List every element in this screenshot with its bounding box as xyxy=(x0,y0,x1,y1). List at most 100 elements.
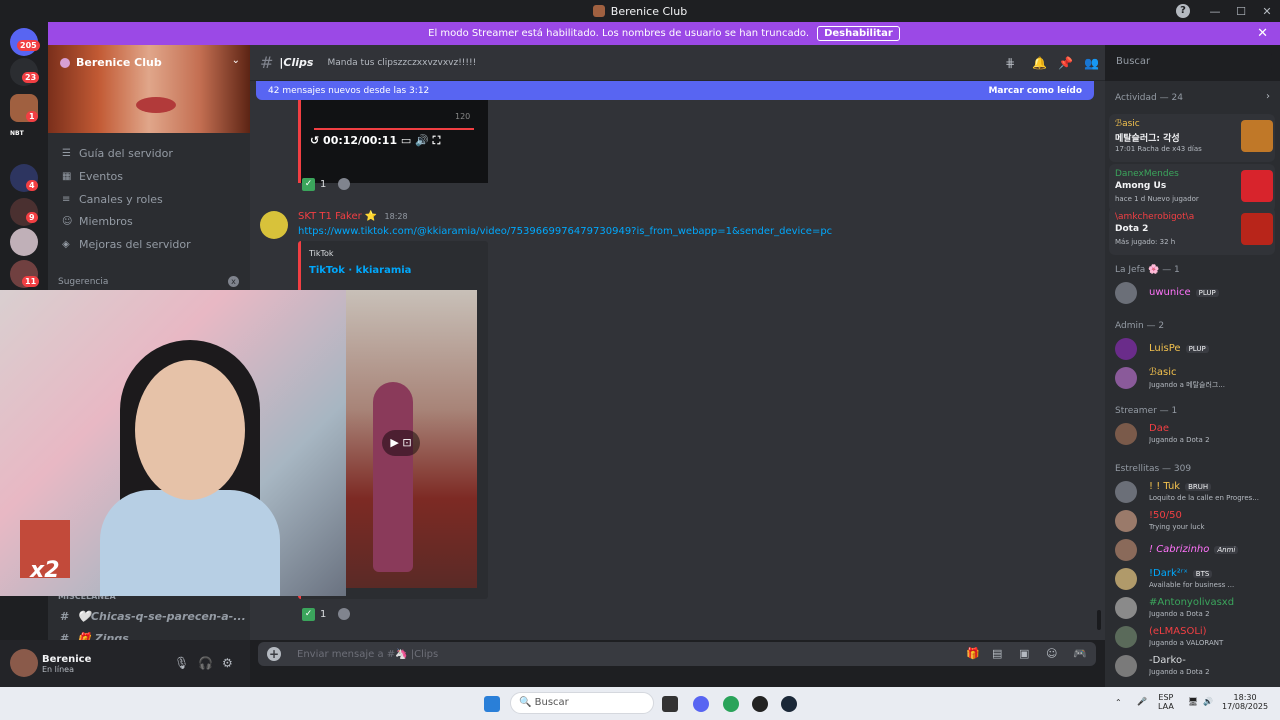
member-item[interactable]: ! ! Tuk BRUH Loquito de la calle en Progre… xyxy=(1115,479,1275,505)
video-controls[interactable]: ↺ 00:12/00:11 ▭ 🔊 ⛶ xyxy=(310,134,440,148)
role-group-label: La Jefa 🌸 — 1 xyxy=(1115,265,1180,275)
mark-read-button[interactable]: Marcar como leído xyxy=(988,86,1082,96)
server-name[interactable]: Berenice Club xyxy=(60,56,162,69)
banner-close-icon[interactable]: ✕ xyxy=(1257,26,1268,41)
member-item[interactable]: Dae Jugando a Dota 2 xyxy=(1115,421,1275,447)
member-item[interactable]: #Antonyolivasxd Jugando a Dota 2 xyxy=(1115,595,1275,621)
avatar[interactable] xyxy=(260,211,288,239)
message-author[interactable]: SKT T1 Faker ⭐ 18:28 xyxy=(298,211,408,222)
server-icon-girl[interactable] xyxy=(10,228,38,256)
maximize-button[interactable]: ☐ xyxy=(1228,5,1254,18)
nav-guide[interactable]: ☰ Guía del servidor xyxy=(62,147,173,160)
chevron-right-icon[interactable]: › xyxy=(1266,91,1270,102)
nav-events[interactable]: ▦ Eventos xyxy=(62,170,123,183)
sticker-icon[interactable]: ▣ xyxy=(1019,647,1029,660)
window-controls: — ☐ ✕ xyxy=(1202,0,1280,22)
member-item[interactable]: !Dark²ʳˣ BTS Available for business ... xyxy=(1115,566,1275,592)
check-reaction[interactable]: ✓ xyxy=(302,177,315,191)
server-banner[interactable]: Berenice Club ⌄ xyxy=(48,45,250,133)
member-item[interactable]: (eLMASOLi) Jugando a VALORANT xyxy=(1115,624,1275,650)
new-messages-text: 42 mensajes nuevos desde las 3:12 xyxy=(268,85,430,96)
message-link[interactable]: https://www.tiktok.com/@kkiaramia/video/… xyxy=(298,226,832,237)
suggestion-label: Sugerencia xyxy=(58,277,109,287)
play-icon[interactable]: ▶ ⊡ xyxy=(382,430,420,456)
emoji-icon[interactable]: ☺ xyxy=(1046,647,1057,660)
microphone-icon[interactable]: 🎤 xyxy=(1137,697,1147,706)
nav-members[interactable]: ☺ Miembros xyxy=(62,215,133,228)
nav-label: Guía del servidor xyxy=(79,147,173,160)
discord-icon[interactable] xyxy=(693,696,709,712)
nav-label: Mejoras del servidor xyxy=(79,238,191,251)
embed-video-thumbnail[interactable]: ▶ ⊡ xyxy=(345,290,477,588)
new-messages-bar[interactable]: 42 mensajes nuevos desde las 3:12 Marcar… xyxy=(256,81,1094,100)
nav-label: Canales y roles xyxy=(79,193,163,206)
pin-icon[interactable]: 📌 xyxy=(1058,56,1073,70)
start-icon[interactable] xyxy=(484,696,500,712)
headphones-icon[interactable]: 🎧 xyxy=(198,656,213,670)
embed-title[interactable]: TikTok · kkiaramia xyxy=(309,265,411,276)
notif-badge: 23 xyxy=(22,72,40,83)
nav-boosts[interactable]: ◈ Mejoras del servidor xyxy=(62,238,191,251)
apps-icon[interactable]: 🎮 xyxy=(1073,647,1087,660)
chevron-down-icon[interactable]: ⌄ xyxy=(232,55,240,66)
channel-topic[interactable]: Manda tus clipszzczxxvzvxvz!!!!! xyxy=(327,58,476,68)
scrollbar[interactable] xyxy=(1097,610,1101,630)
chevron-up-icon[interactable]: ⌃ xyxy=(1115,698,1122,707)
activity-user: DanexMendes xyxy=(1115,169,1179,179)
microphone-icon[interactable]: 🎙 xyxy=(174,656,189,670)
member-item[interactable]: LuisPe PLUP xyxy=(1115,336,1275,362)
server-badge: 1 xyxy=(26,111,38,122)
member-item[interactable]: -Darko- Jugando a Dota 2 xyxy=(1115,653,1275,679)
channel-chicas[interactable]: # 🤍Chicas-q-se-parecen-a-... xyxy=(60,610,246,623)
member-list-icon[interactable]: 👥 xyxy=(1084,56,1099,70)
guide-icon: ☰ xyxy=(62,148,71,159)
member-item[interactable]: ! Cabrizinho Anmi xyxy=(1115,537,1275,563)
member-item[interactable]: ℬasic Jugando a 메탈슬러그... xyxy=(1115,365,1275,391)
channel-zings[interactable]: # 🎁 Zings xyxy=(60,632,129,640)
member-item[interactable]: uwunice PLUP xyxy=(1115,280,1275,306)
gear-icon[interactable]: ⚙ xyxy=(222,656,233,670)
close-icon[interactable]: x xyxy=(228,276,239,287)
activity-card[interactable]: \amkcherobigot\a Dota 2 Más jugado: 32 h xyxy=(1109,207,1275,255)
steam-icon[interactable] xyxy=(781,696,797,712)
gift-icon[interactable]: 🎁 xyxy=(966,647,980,660)
video-progress[interactable] xyxy=(314,128,474,130)
server-badge: 4 xyxy=(26,180,38,191)
gif-icon[interactable]: ▤ xyxy=(992,647,1002,660)
volume-icon[interactable]: 🔊 xyxy=(1203,697,1213,706)
disable-button[interactable]: Deshabilitar xyxy=(817,26,900,41)
minimize-button[interactable]: — xyxy=(1202,5,1228,18)
webcam-face xyxy=(135,360,245,500)
language-indicator[interactable]: ESP LAA xyxy=(1158,693,1174,711)
server-label-nbt[interactable]: NBT xyxy=(10,130,24,137)
obs-icon[interactable] xyxy=(752,696,768,712)
taskbar-search[interactable]: 🔍 Buscar xyxy=(510,692,654,714)
activity-game: Dota 2 xyxy=(1115,224,1149,234)
member-item[interactable]: !50/50 Trying your luck xyxy=(1115,508,1275,534)
bell-icon[interactable]: 🔔 xyxy=(1032,56,1047,70)
timestamp: 18:28 xyxy=(384,212,408,221)
help-icon[interactable]: ? xyxy=(1176,4,1190,18)
clock[interactable]: 18:30 17/08/2025 xyxy=(1222,693,1268,711)
avatar xyxy=(1115,510,1137,532)
message-input[interactable]: Enviar mensaje a #🦄 |Clips xyxy=(297,649,438,660)
members-icon: ☺ xyxy=(62,216,73,227)
activity-card[interactable]: DanexMendes Among Us hace 1 d Nuevo juga… xyxy=(1109,164,1275,212)
add-reaction-icon[interactable] xyxy=(338,178,351,190)
add-reaction-icon[interactable] xyxy=(338,608,351,620)
add-attachment-button[interactable]: + xyxy=(267,647,281,661)
explorer-icon[interactable] xyxy=(662,696,678,712)
nav-channels-roles[interactable]: ≡ Canales y roles xyxy=(62,193,163,206)
check-reaction[interactable]: ✓ xyxy=(302,607,315,621)
game-art-icon xyxy=(1241,170,1273,202)
webcam-overlay: x2 xyxy=(0,290,346,596)
role-group-label: Admin — 2 xyxy=(1115,321,1165,331)
chrome-icon[interactable] xyxy=(723,696,739,712)
network-icon[interactable]: 🖥 xyxy=(1188,697,1198,706)
search-input[interactable]: Buscar xyxy=(1110,52,1272,72)
avatar[interactable] xyxy=(10,649,38,677)
threads-icon[interactable]: ⋕ xyxy=(1005,56,1015,70)
avatar xyxy=(1115,626,1137,648)
close-window-button[interactable]: ✕ xyxy=(1254,5,1280,18)
activity-card[interactable]: ℬasic 메탈슬러그: 각성 17:01 Racha de x43 días xyxy=(1109,114,1275,162)
